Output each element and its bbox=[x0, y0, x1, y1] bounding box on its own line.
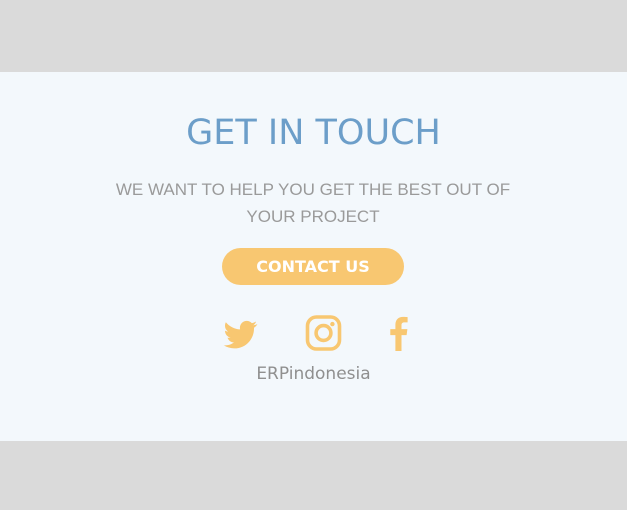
get-in-touch-section: GET IN TOUCH WE WANT TO HELP YOU GET THE… bbox=[0, 72, 627, 441]
brand-handle: ERPindonesia bbox=[256, 364, 371, 384]
instagram-icon[interactable] bbox=[305, 315, 342, 351]
section-subtitle: WE WANT TO HELP YOU GET THE BEST OUT OF … bbox=[115, 180, 511, 226]
contact-us-button[interactable]: CONTACT US bbox=[222, 248, 404, 285]
facebook-icon[interactable] bbox=[388, 315, 408, 351]
twitter-icon[interactable] bbox=[221, 315, 259, 351]
section-title: GET IN TOUCH bbox=[186, 113, 441, 153]
